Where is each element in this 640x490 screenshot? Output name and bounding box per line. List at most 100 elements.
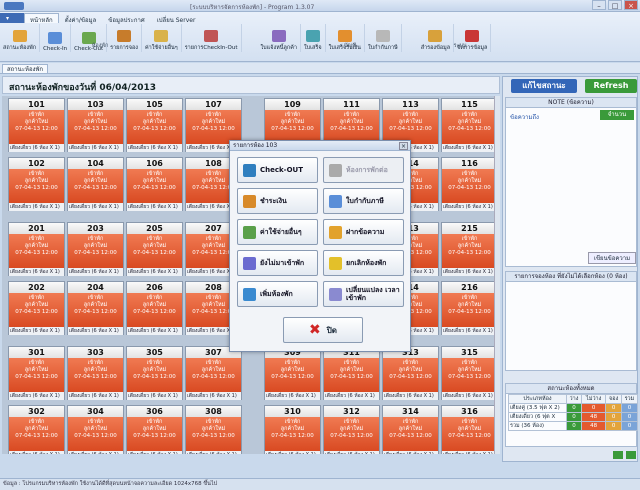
right-panel: แก้ไขสถานะ Refresh NOTE (ข้อความ) ข้อควา… [502, 76, 639, 462]
expense-icon [154, 30, 169, 42]
room-card[interactable]: 313 เข้าพัก ลูกค้าใหม่ 07-04-13 12:00 เตียงเ… [382, 346, 439, 400]
ribbon-button-5[interactable]: รายการCheckIn-Out [182, 24, 242, 52]
next-arrow-icon[interactable] [626, 451, 636, 459]
room-card[interactable]: 215 เข้าพัก ลูกค้าใหม่ 07-04-13 12:00 เตียงเ… [441, 222, 494, 276]
room-card[interactable]: 310เข้าพักลูกค้าใหม่07-04-13 12:00เตียงเ… [264, 405, 321, 454]
room-guest-line: ลูกค้าใหม่ [398, 367, 423, 373]
checkout-icon [243, 163, 256, 177]
room-card[interactable]: 308เข้าพักลูกค้าใหม่07-04-13 12:00เตียงเ… [185, 405, 242, 454]
room-date-line: 07-04-13 12:00 [330, 374, 373, 380]
dialog-button-4[interactable]: ค่าใช้จ่ายอื่นๆ [237, 219, 318, 245]
room-card[interactable]: 306เข้าพักลูกค้าใหม่07-04-13 12:00เตียงเ… [126, 405, 183, 454]
room-card[interactable]: 203 เข้าพัก ลูกค้าใหม่ 07-04-13 12:00 เตียงเ… [67, 222, 124, 276]
room-card[interactable]: 303 เข้าพัก ลูกค้าใหม่ 07-04-13 12:00 เตียงเ… [67, 346, 124, 400]
room-card[interactable]: 309 เข้าพัก ลูกค้าใหม่ 07-04-13 12:00 เตียงเ… [264, 346, 321, 400]
dialog-button-8[interactable]: เพิ่มห้องพัก [237, 281, 318, 307]
room-card[interactable]: 315 เข้าพัก ลูกค้าใหม่ 07-04-13 12:00 เตียงเ… [441, 346, 494, 400]
room-card[interactable]: 302เข้าพักลูกค้าใหม่07-04-13 12:00เตียงเ… [8, 405, 65, 454]
room-card[interactable]: 314เข้าพักลูกค้าใหม่07-04-13 12:00เตียงเ… [382, 405, 439, 454]
tab-change-server[interactable]: เปลี่ยน Server [151, 13, 202, 24]
room-type-label: เตียงเดี่ยว (6 ห้อง X 1) [186, 451, 241, 454]
summary-cell: 48 [580, 412, 607, 422]
room-card[interactable]: 206 เข้าพัก ลูกค้าใหม่ 07-04-13 12:00 เตียงเ… [126, 281, 183, 335]
room-card[interactable]: 316เข้าพักลูกค้าใหม่07-04-13 12:00เตียงเ… [441, 405, 494, 454]
room-status-line: เข้าพัก [146, 419, 163, 425]
summary-cell: 48 [580, 421, 607, 431]
room-card[interactable]: 201 เข้าพัก ลูกค้าใหม่ 07-04-13 12:00 เตียงเ… [8, 222, 65, 276]
room-card[interactable]: 311 เข้าพัก ลูกค้าใหม่ 07-04-13 12:00 เตียงเ… [323, 346, 380, 400]
room-date-line: 07-04-13 12:00 [271, 433, 314, 439]
dialog-button-label: ค่าใช้จ่ายอื่นๆ [260, 228, 302, 236]
room-status-body: เข้าพักลูกค้าใหม่07-04-13 12:00 [442, 293, 494, 327]
ribbon-button-6[interactable]: ใบแจ้งหนี้ลูกค้า [258, 24, 301, 52]
room-card[interactable]: 115 เข้าพัก ลูกค้าใหม่ 07-04-13 12:00 เตียงเ… [441, 98, 494, 152]
room-status-line: เข้าพัก [461, 112, 478, 118]
dialog-button-3[interactable]: ใบกำกับภาษี [323, 188, 404, 214]
room-card[interactable]: 216 เข้าพัก ลูกค้าใหม่ 07-04-13 12:00 เตียงเ… [441, 281, 494, 335]
room-card[interactable]: 202 เข้าพัก ลูกค้าใหม่ 07-04-13 12:00 เตียงเ… [8, 281, 65, 335]
prev-arrow-icon[interactable] [613, 451, 623, 459]
dialog-button-9[interactable]: เปลี่ยนแปลง เวลาเข้าพัก [323, 281, 404, 307]
room-card[interactable]: 104 เข้าพัก ลูกค้าใหม่ 07-04-13 12:00 เตียงเ… [67, 157, 124, 211]
room-status-line: เข้าพัก [87, 171, 104, 177]
room-card[interactable]: 116 เข้าพัก ลูกค้าใหม่ 07-04-13 12:00 เตียงเ… [441, 157, 494, 211]
summary-row: เตียงเดี่ยว (6 ฟุต X 0 48 0 0 [508, 412, 639, 422]
message-icon [329, 225, 342, 239]
dialog-button-7[interactable]: ยกเลิกห้องพัก [323, 250, 404, 276]
dialog-button-label: ฝากข้อความ [346, 228, 385, 236]
room-card[interactable]: 101 เข้าพัก ลูกค้าใหม่ 07-04-13 12:00 เตียงเ… [8, 98, 65, 152]
ribbon-button-1[interactable]: Check-In [40, 24, 72, 52]
room-date-line: 07-04-13 12:00 [15, 185, 58, 191]
app-menu-button[interactable]: ▾ [0, 13, 24, 23]
room-status-body: เข้าพักลูกค้าใหม่07-04-13 12:00 [324, 110, 379, 144]
quick-access-icon[interactable] [4, 2, 24, 10]
maximize-icon[interactable]: □ [608, 0, 622, 10]
minimize-icon[interactable]: – [592, 0, 606, 10]
ribbon-button-0[interactable]: สถานะห้องพัก [0, 24, 41, 52]
room-status-line: เข้าพัก [402, 419, 419, 425]
pay-icon [243, 194, 256, 208]
room-card[interactable]: 204 เข้าพัก ลูกค้าใหม่ 07-04-13 12:00 เตียงเ… [67, 281, 124, 335]
edit-status-button[interactable]: แก้ไขสถานะ [511, 79, 577, 93]
room-status-line: เข้าพัก [205, 360, 222, 366]
tab-settings[interactable]: ตั้งค่า/ข้อมูล [59, 13, 103, 24]
dialog-button-6[interactable]: ยังไม่มาเข้าพัก [237, 250, 318, 276]
room-card[interactable]: 106 เข้าพัก ลูกค้าใหม่ 07-04-13 12:00 เตียงเ… [126, 157, 183, 211]
room-card[interactable]: 301 เข้าพัก ลูกค้าใหม่ 07-04-13 12:00 เตียงเ… [8, 346, 65, 400]
doc-tab-room-status[interactable]: สถานะห้องพัก [2, 64, 49, 74]
title-bar: [ระบบบริหารจัดการห้องพัก] - Program 1.3.… [0, 0, 640, 12]
room-card[interactable]: 304เข้าพักลูกค้าใหม่07-04-13 12:00เตียงเ… [67, 405, 124, 454]
room-card[interactable]: 205 เข้าพัก ลูกค้าใหม่ 07-04-13 12:00 เตียงเ… [126, 222, 183, 276]
dialog-close-icon[interactable]: × [399, 142, 408, 150]
note-panel: NOTE (ข้อความ) ข้อความถึง จำนวน เขียนข้อ… [505, 97, 637, 267]
room-status-body: เข้าพักลูกค้าใหม่07-04-13 12:00 [186, 110, 241, 144]
tab-announcement[interactable]: ข้อมูลประกาศ [102, 13, 150, 24]
tab-home[interactable]: หน้าหลัก [24, 13, 59, 24]
dialog-button-5[interactable]: ฝากข้อความ [323, 219, 404, 245]
room-card[interactable]: 105 เข้าพัก ลูกค้าใหม่ 07-04-13 12:00 เตียงเ… [126, 98, 183, 152]
room-number: 315 [442, 347, 494, 358]
room-guest-line: ลูกค้าใหม่ [83, 243, 108, 249]
grid-scrollbar[interactable] [494, 96, 500, 454]
group-label-system: ระบบ [453, 43, 467, 49]
room-card[interactable]: 102 เข้าพัก ลูกค้าใหม่ 07-04-13 12:00 เตียงเ… [8, 157, 65, 211]
tax-icon [375, 30, 390, 42]
room-card[interactable]: 307 เข้าพัก ลูกค้าใหม่ 07-04-13 12:00 เตียงเ… [185, 346, 242, 400]
room-date-line: 07-04-13 12:00 [15, 433, 58, 439]
write-note-button[interactable]: เขียนข้อความ [588, 252, 636, 264]
room-card[interactable]: 312เข้าพักลูกค้าใหม่07-04-13 12:00เตียงเ… [323, 405, 380, 454]
window-controls: – □ × [592, 0, 638, 10]
room-status-line: เข้าพัก [343, 112, 360, 118]
close-icon[interactable]: × [624, 0, 638, 10]
room-status-body: เข้าพักลูกค้าใหม่07-04-13 12:00 [265, 110, 320, 144]
room-guest-line: ลูกค้าใหม่ [201, 119, 226, 125]
close-dialog-button[interactable]: ✖ ปิด [283, 317, 363, 343]
dialog-button-2[interactable]: ชำระเงิน [237, 188, 318, 214]
room-type-label: เตียงเดี่ยว (6 ห้อง X 1) [68, 327, 123, 335]
room-card[interactable]: 103 เข้าพัก ลูกค้าใหม่ 07-04-13 12:00 เตียงเ… [67, 98, 124, 152]
refresh-button[interactable]: Refresh [585, 79, 637, 93]
room-card[interactable]: 305 เข้าพัก ลูกค้าใหม่ 07-04-13 12:00 เตียงเ… [126, 346, 183, 400]
ribbon-button-4[interactable]: ค่าใช้จ่ายอื่นๆ [142, 24, 182, 52]
room-guest-line: ลูกค้าใหม่ [24, 243, 49, 249]
dialog-button-0[interactable]: Check-OUT [237, 157, 318, 183]
